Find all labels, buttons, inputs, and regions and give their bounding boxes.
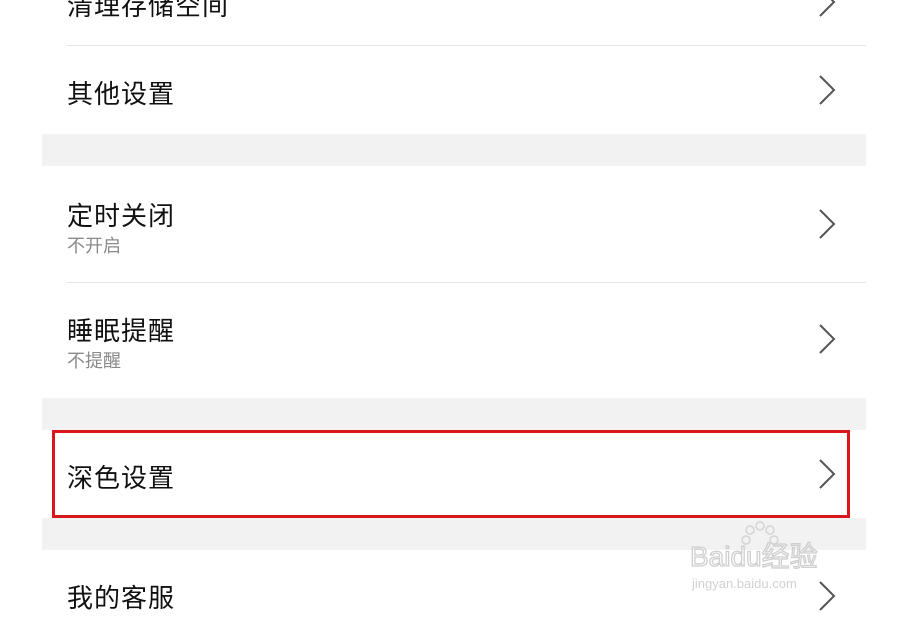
- row-title: 清理存储空间: [67, 0, 230, 22]
- settings-group-dark-mode: 深色设置: [42, 430, 866, 518]
- settings-row-customer-service[interactable]: 我的客服: [42, 550, 866, 638]
- row-title: 其他设置: [67, 80, 176, 110]
- settings-row-clear-storage[interactable]: 清理存储空间: [42, 0, 866, 46]
- settings-row-dark-mode[interactable]: 深色设置: [42, 430, 866, 518]
- section-gap: [42, 398, 866, 430]
- chevron-right-icon: [819, 581, 836, 611]
- settings-row-timed-close[interactable]: 定时关闭 不开启: [42, 166, 866, 282]
- chevron-right-icon: [819, 324, 836, 354]
- settings-group-service: 我的客服: [42, 550, 866, 617]
- chevron-right-icon: [819, 75, 836, 105]
- row-title: 定时关闭: [67, 202, 176, 232]
- section-gap: [42, 134, 866, 166]
- row-subtitle: 不提醒: [67, 351, 121, 372]
- row-title: 睡眠提醒: [67, 317, 176, 347]
- chevron-right-icon: [819, 0, 836, 17]
- settings-row-other-settings[interactable]: 其他设置: [42, 46, 866, 134]
- row-title: 我的客服: [67, 584, 176, 614]
- settings-group-storage: 清理存储空间 其他设置: [42, 0, 866, 134]
- settings-row-sleep-reminder[interactable]: 睡眠提醒 不提醒: [42, 283, 866, 398]
- settings-group-timer: 定时关闭 不开启 睡眠提醒 不提醒: [42, 166, 866, 398]
- row-subtitle: 不开启: [67, 236, 121, 257]
- row-title: 深色设置: [67, 464, 176, 494]
- section-gap: [42, 518, 866, 550]
- chevron-right-icon: [819, 459, 836, 489]
- chevron-right-icon: [819, 209, 836, 239]
